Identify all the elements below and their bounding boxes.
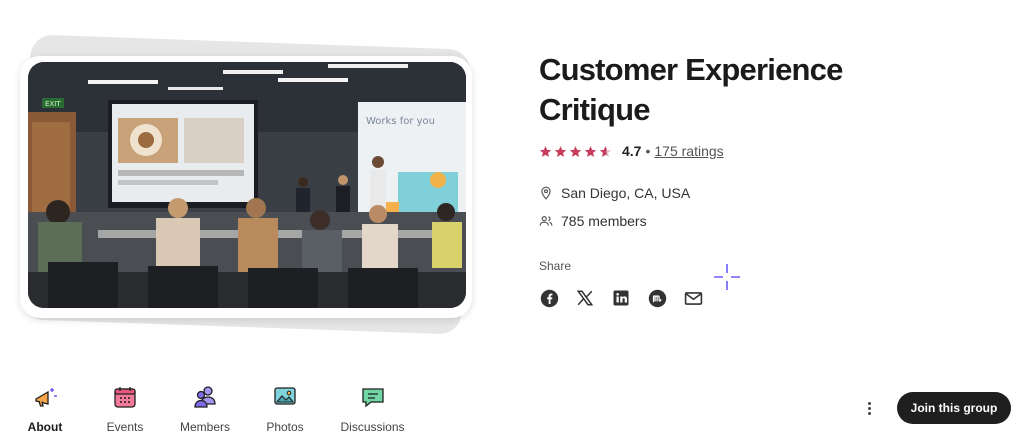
- star-icon: [554, 145, 567, 157]
- meetup-icon[interactable]: [647, 288, 667, 308]
- tab-photos-label: Photos: [266, 420, 304, 434]
- people-icon: [194, 386, 216, 408]
- photo-icon: [274, 387, 296, 405]
- tab-members-label: Members: [179, 420, 230, 434]
- star-icon: [539, 145, 552, 157]
- tab-about[interactable]: About: [5, 384, 85, 436]
- share-label: Share: [539, 259, 572, 273]
- group-tabs: About Events Members Photos Discussions: [0, 384, 420, 436]
- tab-members[interactable]: Members: [165, 384, 245, 436]
- exit-sign-text: EXIT: [45, 100, 61, 108]
- join-group-button[interactable]: Join this group: [897, 392, 1011, 424]
- facebook-icon[interactable]: [539, 288, 559, 308]
- tab-discussions-label: Discussions: [340, 420, 405, 434]
- share-icons: [539, 288, 703, 308]
- mail-icon[interactable]: [683, 288, 703, 308]
- group-photo[interactable]: EXIT Works for you: [28, 62, 466, 308]
- tab-about-label: About: [27, 420, 63, 434]
- rating-row: 4.7 • 175 ratings: [539, 141, 724, 161]
- rating-stars: [539, 145, 612, 158]
- group-photo-card: EXIT Works for you: [18, 34, 478, 335]
- chat-icon: [361, 388, 384, 408]
- members-count-text: 785 members: [561, 213, 647, 229]
- members-row: 785 members: [539, 211, 647, 231]
- tab-discussions[interactable]: Discussions: [325, 384, 420, 436]
- calendar-icon: [114, 387, 136, 408]
- location-text: San Diego, CA, USA: [561, 185, 691, 201]
- ratings-count-link[interactable]: 175 ratings: [654, 143, 723, 159]
- star-half-icon: [599, 145, 612, 157]
- star-icon: [584, 145, 597, 157]
- more-options-icon[interactable]: [861, 398, 877, 418]
- location-pin-icon: [541, 186, 551, 200]
- rating-value: 4.7: [622, 143, 642, 159]
- x-icon[interactable]: [575, 288, 595, 308]
- megaphone-icon: [35, 388, 57, 407]
- rating-separator: •: [645, 143, 651, 159]
- star-icon: [569, 145, 582, 157]
- linkedin-icon[interactable]: [611, 288, 631, 308]
- tab-events[interactable]: Events: [85, 384, 165, 436]
- sparkle-icon: [714, 264, 740, 290]
- wall-mural-text: Works for you: [366, 116, 435, 127]
- tab-events-label: Events: [106, 420, 144, 434]
- people-outline-icon: [539, 216, 553, 226]
- tab-photos[interactable]: Photos: [245, 384, 325, 436]
- photo-frame: EXIT Works for you: [20, 56, 472, 318]
- group-title: Customer Experience Critique: [539, 52, 843, 127]
- location-row: San Diego, CA, USA: [539, 183, 690, 203]
